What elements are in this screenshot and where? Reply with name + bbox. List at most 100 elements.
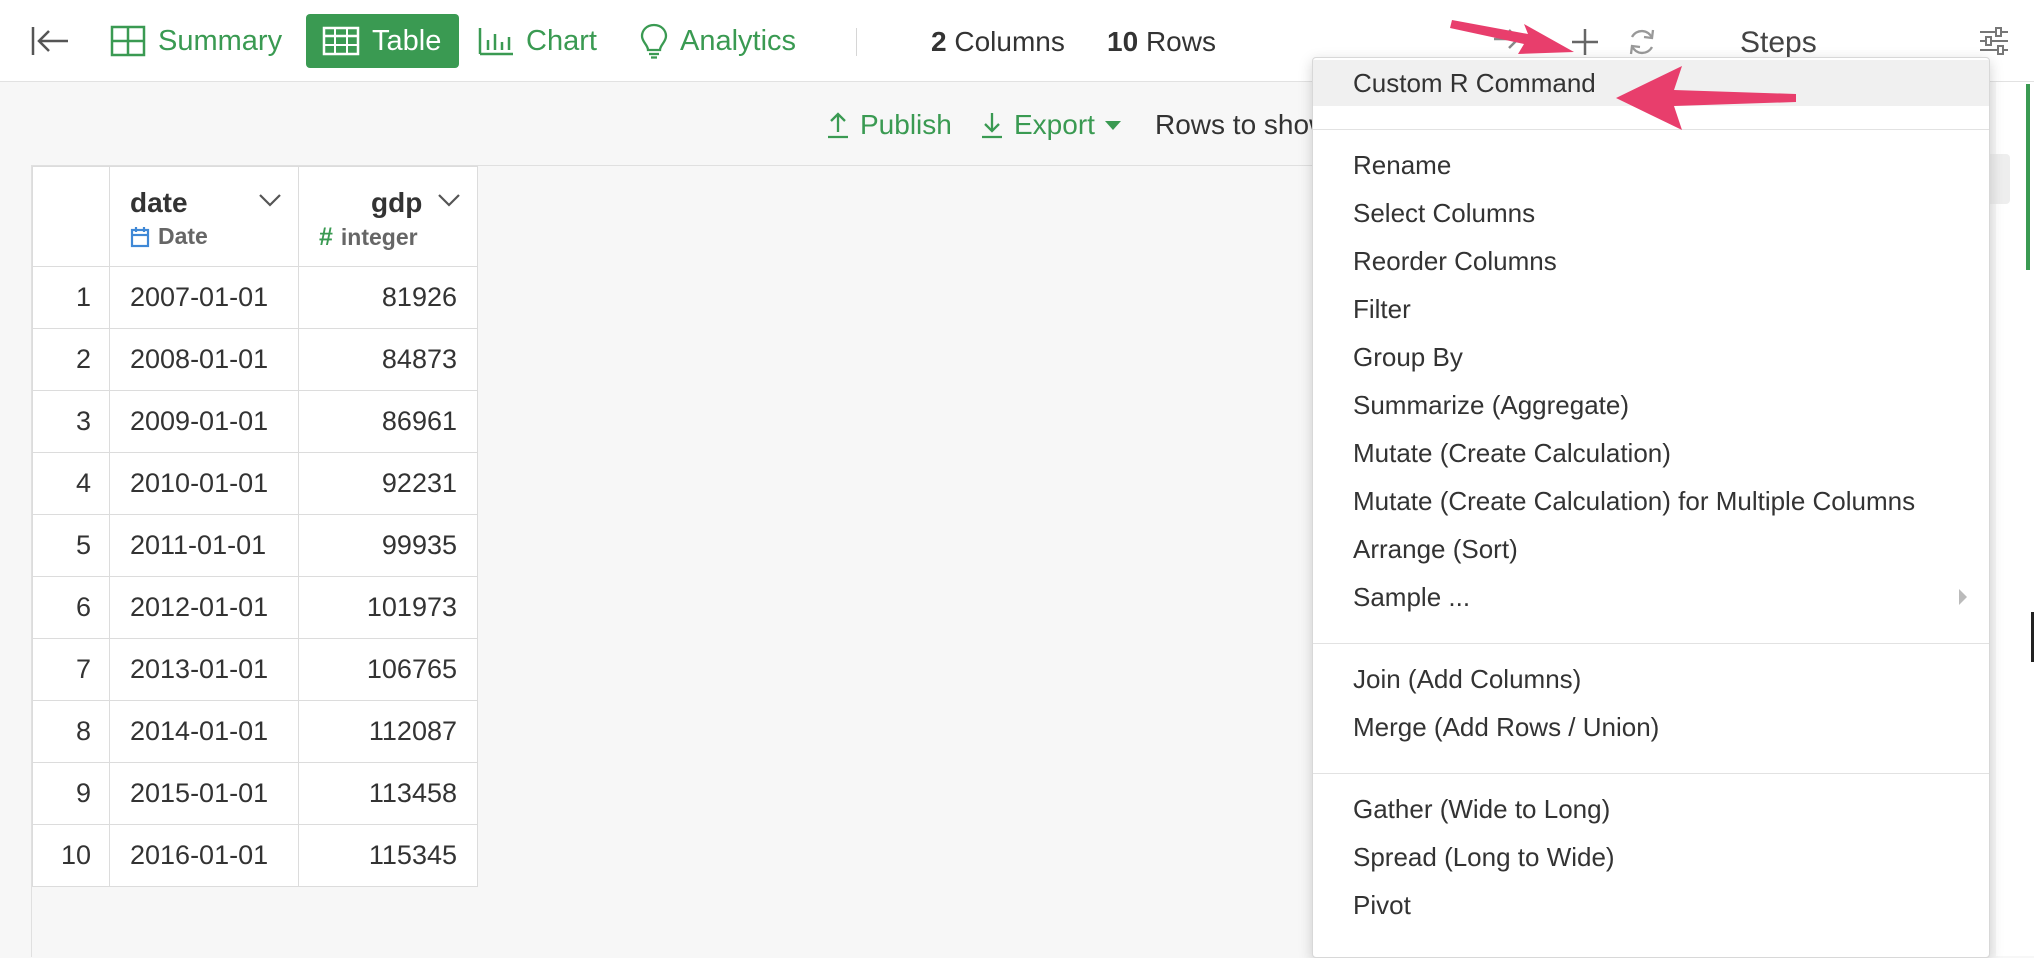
menu-item-summarize-aggregate[interactable]: Summarize (Aggregate) [1313, 382, 1989, 428]
tab-chart-label: Chart [526, 24, 597, 57]
menu-item-pivot[interactable]: Pivot [1313, 882, 1989, 928]
menu-item-group-by[interactable]: Group By [1313, 334, 1989, 380]
menu-item-mutate-create-calculation[interactable]: Mutate (Create Calculation) [1313, 430, 1989, 476]
gdp-cell[interactable]: 81926 [298, 266, 478, 329]
menu-separator [1313, 643, 1989, 644]
date-cell[interactable]: 2012-01-01 [109, 576, 299, 639]
bar-chart-icon [478, 28, 513, 56]
table-row: 8 2014-01-01 112087 [32, 700, 478, 763]
column-name: gdp [371, 187, 423, 218]
row-index-cell: 6 [32, 576, 110, 639]
date-cell[interactable]: 2008-01-01 [109, 328, 299, 391]
menu-item-rename[interactable]: Rename [1313, 142, 1989, 188]
gdp-cell[interactable]: 101973 [298, 576, 478, 639]
gdp-cell[interactable]: 99935 [298, 514, 478, 577]
column-type: Date [130, 223, 208, 250]
gdp-cell[interactable]: 106765 [298, 638, 478, 701]
add-step-menu: Custom R Command Rename Select Columns Reor… [1312, 57, 1990, 958]
date-cell[interactable]: 2007-01-01 [109, 266, 299, 329]
column-header-date[interactable]: date Date [109, 166, 299, 267]
menu-separator [1313, 773, 1989, 774]
tab-analytics-label: Analytics [680, 24, 797, 57]
table-icon [322, 26, 360, 56]
divider [856, 28, 857, 56]
columns-count: 2 Columns [931, 26, 1065, 57]
collapse-panel-icon[interactable] [30, 24, 70, 58]
table-body: 1 2007-01-01 81926 2 2008-01-01 84873 3 2009-01… [32, 266, 478, 887]
menu-item-spread-long-to-wide[interactable]: Spread (Long to Wide) [1313, 834, 1989, 880]
menu-item-join-add-columns[interactable]: Join (Add Columns) [1313, 656, 1989, 702]
row-index-header [32, 166, 110, 267]
row-index-cell: 9 [32, 762, 110, 825]
column-menu-chevron-icon[interactable] [258, 193, 282, 212]
export-dropdown-button[interactable]: Export [980, 109, 1123, 141]
table-row: 3 2009-01-01 86961 [32, 390, 478, 453]
gdp-cell[interactable]: 92231 [298, 452, 478, 515]
menu-item-sample[interactable]: Sample ... [1313, 574, 1989, 620]
date-cell[interactable]: 2013-01-01 [109, 638, 299, 701]
tab-chart[interactable]: Chart [478, 14, 597, 68]
column-header-gdp[interactable]: gdp # integer [298, 166, 478, 267]
column-menu-chevron-icon[interactable] [437, 193, 461, 212]
tab-summary[interactable]: Summary [110, 14, 282, 68]
tab-analytics[interactable]: Analytics [640, 14, 796, 68]
menu-item-filter[interactable]: Filter [1313, 286, 1989, 332]
table-row: 6 2012-01-01 101973 [32, 576, 478, 639]
table-row: 9 2015-01-01 113458 [32, 762, 478, 825]
rows-to-show-label: Rows to show [1155, 109, 1330, 140]
date-cell[interactable]: 2010-01-01 [109, 452, 299, 515]
menu-item-mutate-create-calculation-for-multiple-columns[interactable]: Mutate (Create Calculation) for Multiple… [1313, 478, 1989, 524]
calendar-icon [130, 226, 150, 247]
date-cell[interactable]: 2016-01-01 [109, 824, 299, 887]
row-index-cell: 5 [32, 514, 110, 577]
row-index-cell: 10 [32, 824, 110, 887]
active-step-border [2026, 84, 2030, 270]
table-row: 10 2016-01-01 115345 [32, 824, 478, 887]
date-cell[interactable]: 2015-01-01 [109, 762, 299, 825]
date-cell[interactable]: 2014-01-01 [109, 700, 299, 763]
step-forward-icon[interactable] [1492, 24, 1522, 59]
row-index-cell: 7 [32, 638, 110, 701]
tab-table-label: Table [372, 24, 442, 57]
date-cell[interactable]: 2009-01-01 [109, 390, 299, 453]
row-index-cell: 2 [32, 328, 110, 391]
menu-separator [1313, 129, 1989, 130]
table-row: 5 2011-01-01 99935 [32, 514, 478, 577]
menu-item-arrange-sort[interactable]: Arrange (Sort) [1313, 526, 1989, 572]
menu-item-merge-add-rows-union[interactable]: Merge (Add Rows / Union) [1313, 704, 1989, 750]
table-row: 2 2008-01-01 84873 [32, 328, 478, 391]
menu-item-gather-wide-to-long[interactable]: Gather (Wide to Long) [1313, 786, 1989, 832]
column-type: # integer [319, 223, 418, 251]
settings-sliders-icon[interactable] [1978, 26, 2010, 61]
column-name: date [130, 187, 188, 218]
gdp-cell[interactable]: 113458 [298, 762, 478, 825]
summary-grid-icon [110, 25, 146, 57]
menu-item-select-columns[interactable]: Select Columns [1313, 190, 1989, 236]
gdp-cell[interactable]: 112087 [298, 700, 478, 763]
row-index-cell: 1 [32, 266, 110, 329]
rows-count: 10 Rows [1107, 26, 1216, 57]
tab-table[interactable]: Table [306, 14, 460, 68]
data-table: date Date gdp # integer 1 2007-01-01 819… [32, 166, 478, 887]
table-row: 1 2007-01-01 81926 [32, 266, 478, 329]
download-icon [982, 113, 1002, 139]
table-row: 4 2010-01-01 92231 [32, 452, 478, 515]
gdp-cell[interactable]: 84873 [298, 328, 478, 391]
lightbulb-icon [640, 23, 668, 59]
table-toolbar: Publish Export Rows to show [0, 82, 1329, 166]
menu-item-reorder-columns[interactable]: Reorder Columns [1313, 238, 1989, 284]
tab-summary-label: Summary [158, 24, 283, 57]
gdp-cell[interactable]: 115345 [298, 824, 478, 887]
publish-button[interactable]: Publish [826, 109, 952, 141]
gdp-cell[interactable]: 86961 [298, 390, 478, 453]
menu-item-custom-r-command[interactable]: Custom R Command [1313, 60, 1989, 106]
hash-icon: # [319, 223, 333, 251]
caret-down-icon [1104, 121, 1121, 130]
data-grid: date Date gdp # integer 1 2007-01-01 819… [31, 165, 1352, 957]
upload-icon [828, 112, 848, 139]
row-index-cell: 4 [32, 452, 110, 515]
row-index-cell: 3 [32, 390, 110, 453]
date-cell[interactable]: 2011-01-01 [109, 514, 299, 577]
row-index-cell: 8 [32, 700, 110, 763]
steps-title: Steps [1740, 26, 1817, 59]
